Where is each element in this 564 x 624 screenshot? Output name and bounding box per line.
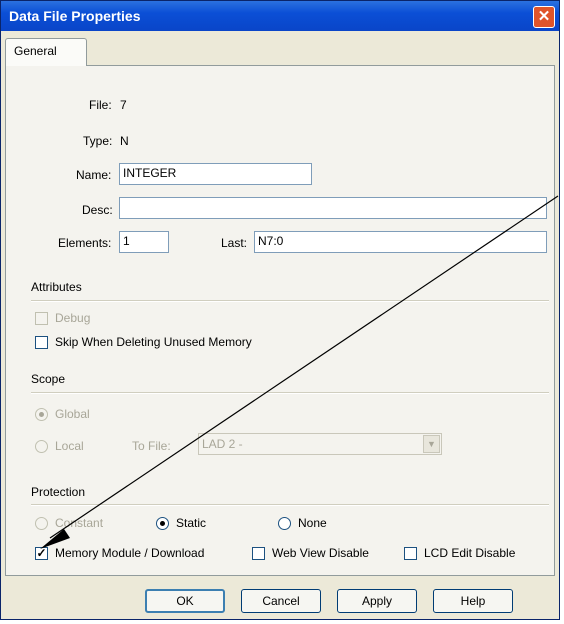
type-value: N	[120, 134, 129, 148]
last-field[interactable]: N7:0	[254, 231, 547, 253]
global-label: Global	[55, 407, 90, 421]
debug-label: Debug	[55, 311, 91, 325]
name-label: Name:	[76, 168, 112, 182]
protection-divider	[31, 504, 549, 506]
file-value: 7	[120, 98, 127, 112]
to-file-select[interactable]: LAD 2 - ▼	[198, 433, 442, 455]
title-bar[interactable]: Data File Properties ✕	[1, 1, 559, 31]
checkmark-icon: ✓	[36, 546, 47, 560]
elements-field[interactable]: 1	[119, 231, 169, 253]
debug-checkbox[interactable]	[35, 312, 48, 325]
lcd-edit-disable-checkbox[interactable]	[404, 547, 417, 560]
last-label: Last:	[221, 236, 248, 250]
protection-heading: Protection	[31, 485, 86, 499]
desc-field[interactable]	[119, 197, 547, 219]
tab-general-label: General	[14, 44, 57, 58]
scope-heading: Scope	[31, 372, 66, 386]
apply-button[interactable]: Apply	[337, 589, 417, 613]
general-panel: File: 7 Type: N Name: INTEGER Desc: Elem…	[5, 65, 555, 576]
attributes-divider	[31, 300, 549, 302]
static-label: Static	[176, 516, 207, 530]
type-label: Type:	[83, 134, 113, 148]
dialog-window: Data File Properties ✕ General File: 7 T…	[0, 0, 560, 620]
ok-button[interactable]: OK	[145, 589, 225, 613]
constant-radio[interactable]	[35, 517, 48, 530]
to-file-value: LAD 2 -	[202, 437, 243, 451]
none-label: None	[298, 516, 327, 530]
lcd-edit-disable-label: LCD Edit Disable	[424, 546, 516, 560]
static-radio-dot	[160, 521, 165, 526]
elements-label: Elements:	[58, 236, 112, 250]
help-button[interactable]: Help	[433, 589, 513, 613]
local-radio[interactable]	[35, 440, 48, 453]
file-label: File:	[89, 98, 112, 112]
memory-module-checkbox[interactable]: ✓	[35, 547, 48, 560]
desc-label: Desc:	[82, 203, 113, 217]
skip-unused-memory-label: Skip When Deleting Unused Memory	[55, 335, 252, 349]
to-file-label: To File:	[132, 439, 171, 453]
window-title: Data File Properties	[9, 8, 141, 24]
static-radio[interactable]	[156, 517, 169, 530]
attributes-heading: Attributes	[31, 280, 82, 294]
skip-unused-memory-checkbox[interactable]	[35, 336, 48, 349]
scope-divider	[31, 392, 549, 394]
name-field[interactable]: INTEGER	[119, 163, 312, 185]
chevron-down-icon: ▼	[423, 435, 440, 453]
memory-module-label: Memory Module / Download	[55, 546, 205, 560]
local-label: Local	[55, 439, 84, 453]
close-button[interactable]: ✕	[533, 6, 555, 28]
global-radio-dot	[39, 412, 44, 417]
web-view-disable-label: Web View Disable	[272, 546, 369, 560]
cancel-button[interactable]: Cancel	[241, 589, 321, 613]
close-icon: ✕	[537, 8, 551, 25]
global-radio[interactable]	[35, 408, 48, 421]
none-radio[interactable]	[278, 517, 291, 530]
tab-general[interactable]: General	[5, 38, 87, 66]
constant-label: Constant	[55, 516, 104, 530]
web-view-disable-checkbox[interactable]	[252, 547, 265, 560]
